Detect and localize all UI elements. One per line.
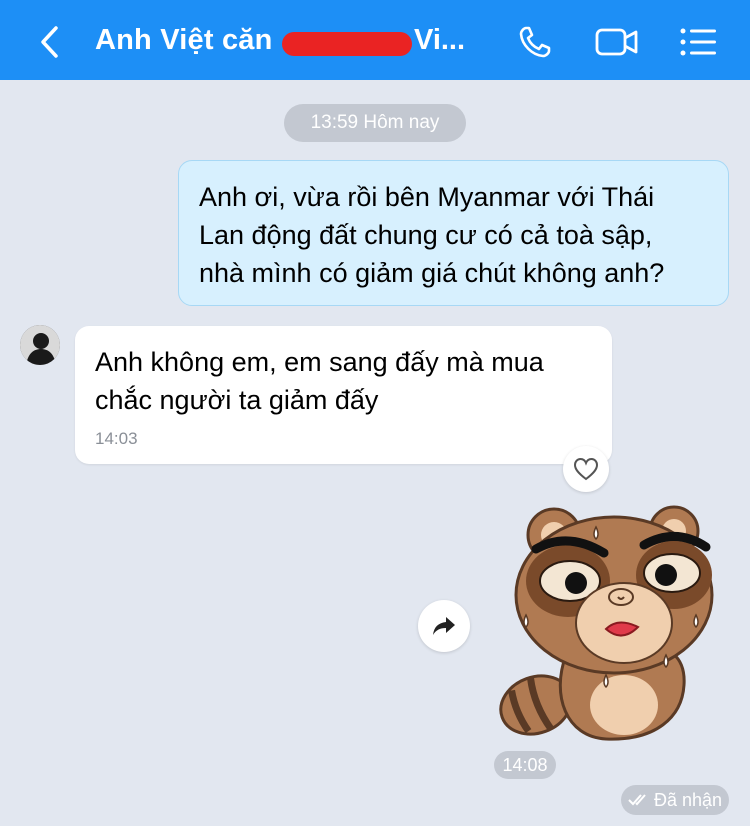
raccoon-sticker-image — [499, 505, 714, 741]
sticker-time: 14:08 — [494, 751, 556, 779]
message-line: chắc người ta giảm đấy — [95, 385, 379, 415]
back-arrow-icon — [41, 26, 58, 58]
message-line: Anh không em, em sang đấy mà mua — [95, 347, 544, 377]
avatar[interactable] — [20, 325, 60, 365]
video-call-icon — [595, 28, 638, 56]
forward-button[interactable] — [418, 600, 470, 652]
incoming-message-bubble[interactable]: Anh không em, em sang đấy mà mua chắc ng… — [75, 326, 612, 464]
outgoing-message-bubble[interactable]: Anh ơi, vừa rồi bên Myanmar với Thái Lan… — [178, 160, 729, 306]
message-line: nhà mình có giảm giá chút không anh? — [199, 258, 665, 288]
menu-button[interactable] — [676, 22, 720, 62]
video-call-button[interactable] — [592, 22, 642, 62]
date-divider: 13:59 Hôm nay — [284, 104, 466, 142]
phone-icon — [519, 26, 551, 58]
message-line: Lan động đất chung cư có cả toà sập, — [199, 220, 653, 250]
share-arrow-icon — [433, 617, 455, 635]
back-button[interactable] — [30, 22, 70, 62]
avatar-image — [20, 325, 60, 365]
chat-header: Anh Việt căn Vi... — [0, 0, 750, 80]
heart-icon — [573, 457, 599, 481]
delivery-status: Đã nhận — [621, 785, 729, 815]
message-time: 14:03 — [95, 429, 138, 448]
contact-name[interactable]: Anh Việt căn — [95, 24, 273, 57]
menu-list-icon — [680, 28, 716, 56]
sweating-raccoon-sticker[interactable] — [496, 505, 716, 745]
react-heart-button[interactable] — [563, 446, 609, 492]
delivery-status-label: Đã nhận — [653, 789, 723, 810]
contact-name-suffix[interactable]: Vi... — [414, 24, 465, 57]
voice-call-button[interactable] — [512, 22, 558, 62]
redacted-name-part — [282, 32, 412, 56]
double-check-icon — [628, 794, 646, 806]
message-line: Anh ơi, vừa rồi bên Myanmar với Thái — [199, 182, 655, 212]
